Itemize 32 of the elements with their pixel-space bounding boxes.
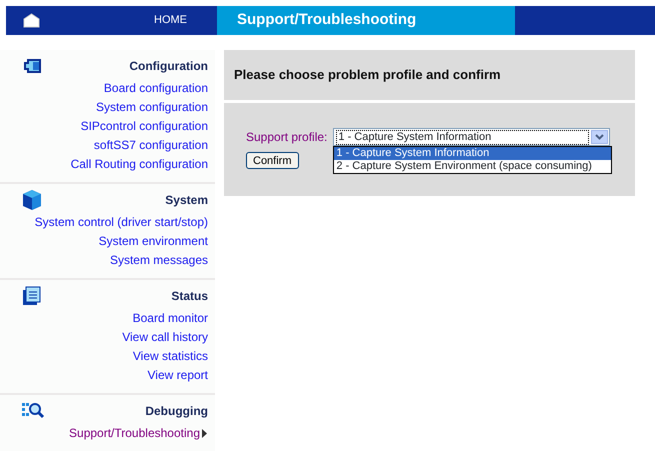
sidebar-link[interactable]: View call history [122, 328, 208, 347]
field-label: Support profile: [246, 129, 328, 146]
profile-dropdown[interactable]: 1 - Capture System Information [333, 128, 610, 146]
sidebar-link[interactable]: System environment [98, 232, 208, 251]
sidebar-link[interactable]: softSS7 configuration [94, 136, 208, 155]
home-icon[interactable] [22, 13, 41, 28]
section-title: Status [171, 288, 208, 305]
dropdown-option[interactable]: 2 - Capture System Environment (space consuming) [334, 160, 612, 173]
sidebar-link[interactable]: Board monitor [132, 309, 208, 328]
window-icon [22, 57, 44, 75]
sidebar-link[interactable]: Call Routing configuration [70, 155, 208, 174]
section-title: System [165, 192, 208, 209]
sidebar-link[interactable]: System configuration [96, 98, 208, 117]
sidebar-link[interactable]: System control (driver start/stop) [34, 213, 208, 232]
sidebar-link[interactable]: View statistics [132, 347, 208, 366]
confirm-button[interactable]: Confirm [246, 152, 299, 169]
caret-right-icon [202, 429, 208, 438]
sidebar-link[interactable]: System messages [110, 251, 208, 270]
section-title: Configuration [129, 58, 208, 75]
magnifier-icon [22, 401, 46, 421]
sidebar-link[interactable]: Board configuration [104, 79, 208, 98]
dropdown-option[interactable]: 1 - Capture System Information [334, 147, 612, 160]
page-title: Support/Troubleshooting [217, 6, 515, 35]
home-link[interactable]: HOME [154, 12, 187, 29]
document-icon [22, 286, 42, 306]
page-heading: Please choose problem profile and confirm [234, 66, 501, 84]
sidebar-link[interactable]: Support/Troubleshooting [69, 424, 208, 443]
section-title: Debugging [145, 403, 208, 420]
cube-icon [22, 189, 42, 211]
sidebar-link[interactable]: View report [148, 366, 208, 385]
chevron-down-icon [595, 134, 604, 140]
sidebar-link[interactable]: SIPcontrol configuration [80, 117, 208, 136]
